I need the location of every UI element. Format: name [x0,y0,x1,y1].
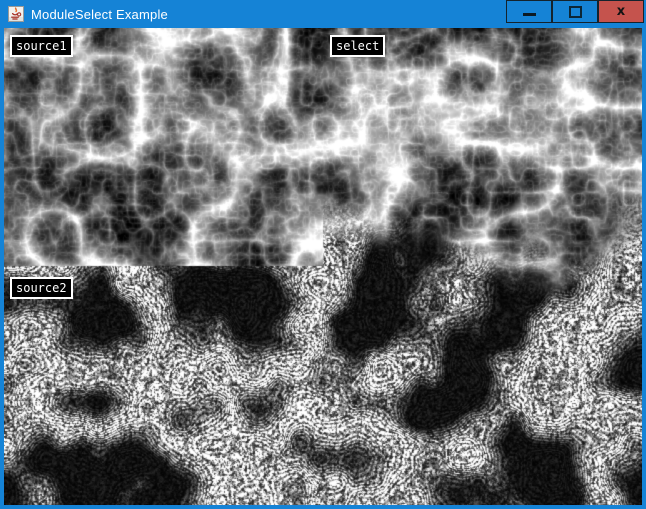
window-controls: x [506,0,644,23]
maximize-button[interactable] [552,0,598,23]
render-area: source1 select source2 [4,28,642,505]
minimize-dash-icon [523,13,536,16]
titlebar[interactable]: ModuleSelect Example x [0,0,646,28]
window-title: ModuleSelect Example [31,7,168,22]
java-coffee-cup-icon [8,6,24,22]
label-source2: source2 [10,277,73,299]
label-select: select [330,35,385,57]
close-x-icon: x [617,5,625,18]
app-window: ModuleSelect Example x source1 select so… [0,0,646,509]
close-button[interactable]: x [598,0,644,23]
label-source1: source1 [10,35,73,57]
minimize-button[interactable] [506,0,552,23]
maximize-square-icon [569,6,582,18]
noise-canvas [4,28,642,505]
